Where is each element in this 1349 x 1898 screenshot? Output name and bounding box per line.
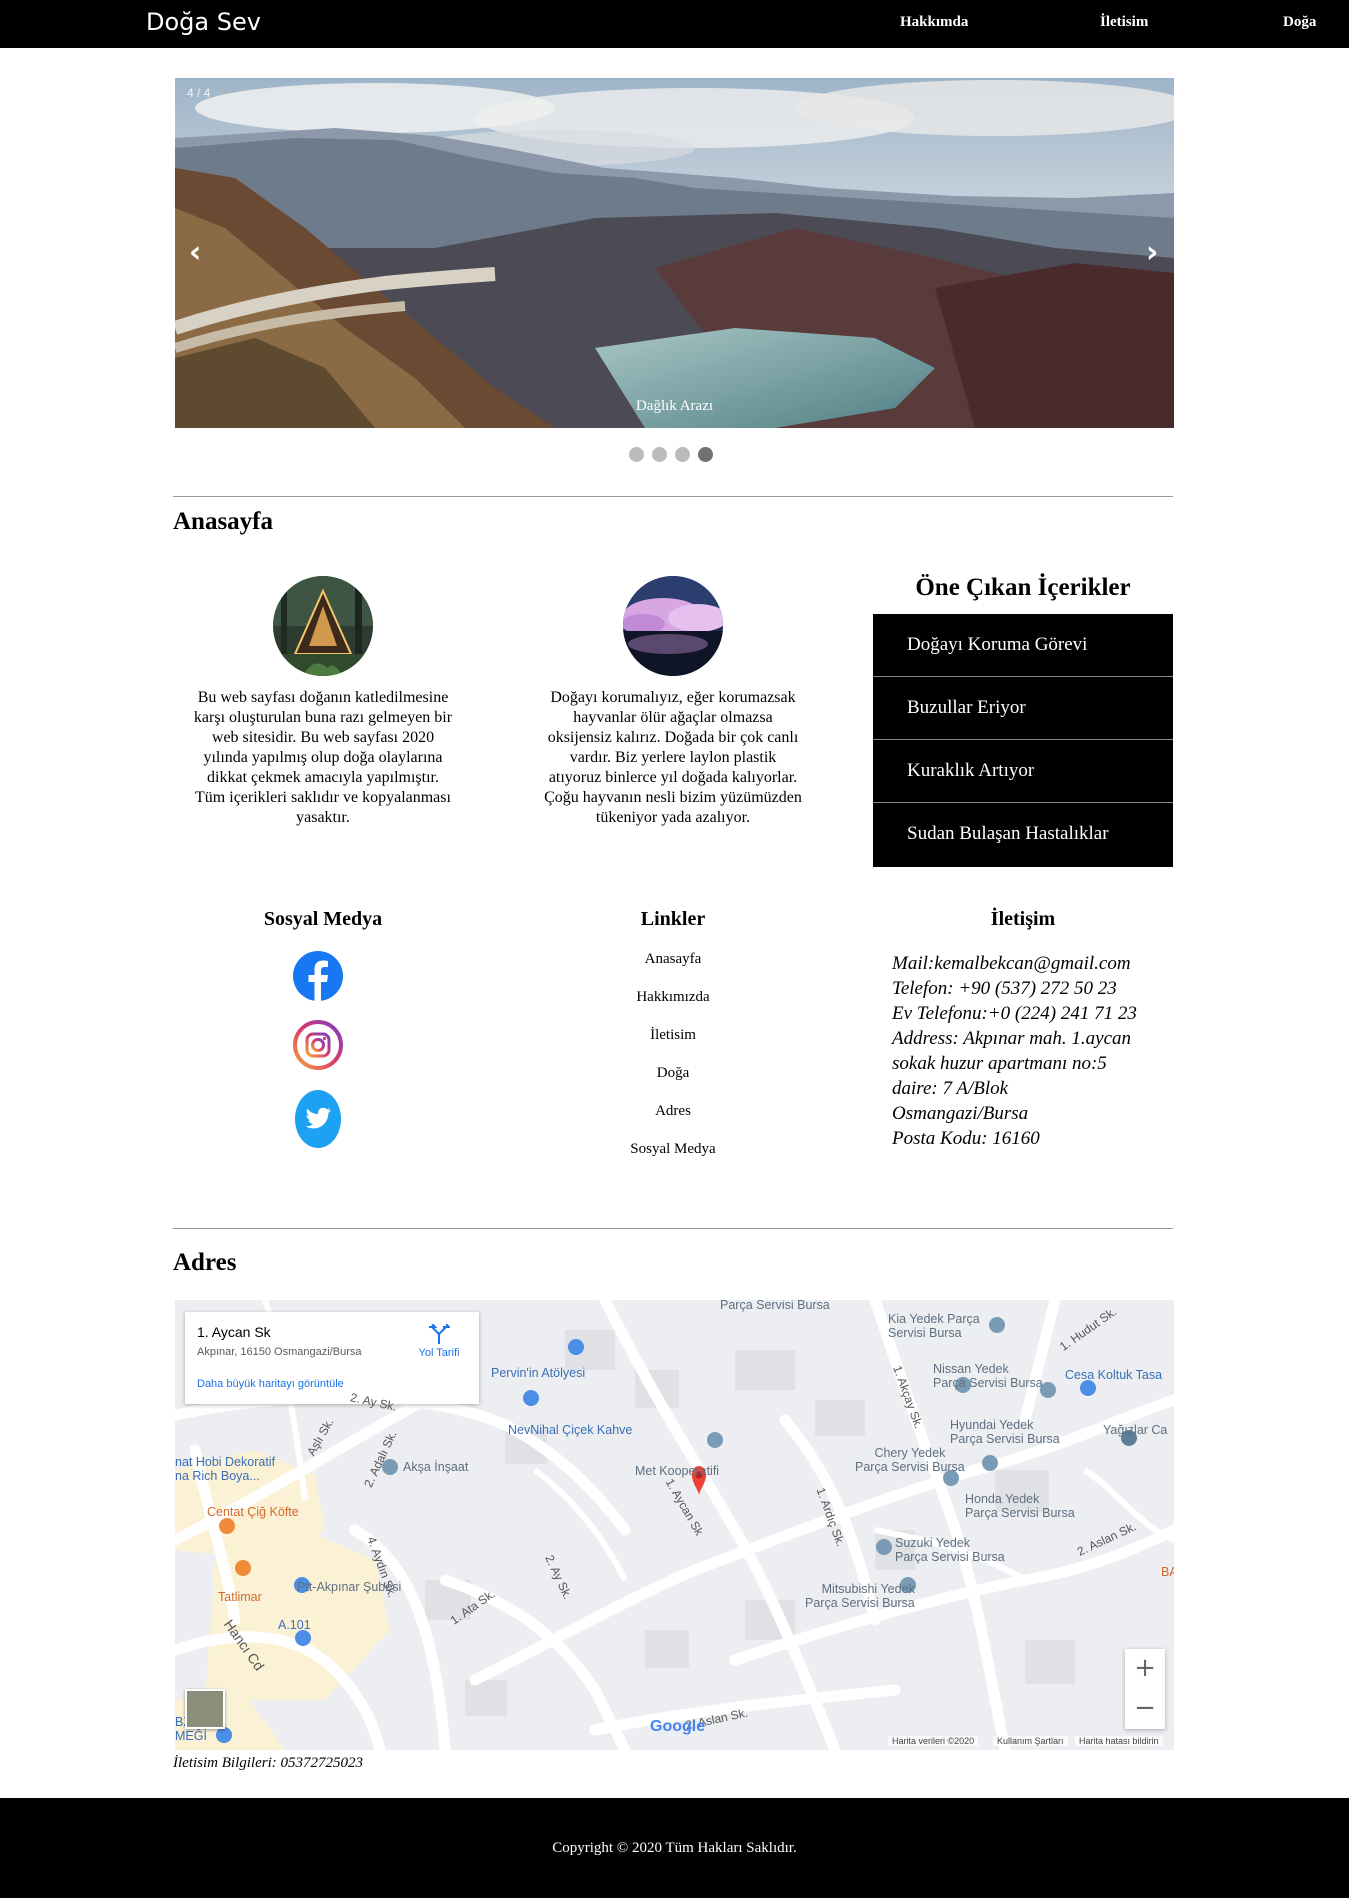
cabin-forest-avatar (273, 576, 373, 676)
nav-link-iletisim[interactable]: İletisim (1100, 14, 1148, 31)
map-label-chery: Chery Yedek Parça Servisi Bursa (855, 1446, 965, 1474)
map-label-centat: Centat Çiğ Köfte (207, 1505, 299, 1519)
address-title: Adres (173, 1249, 237, 1276)
footer-link-adres[interactable]: Adres (543, 1103, 803, 1120)
slide-caption: Dağlık Arazı (635, 398, 714, 414)
about-text: Bu web sayfası doğanın katledilmesine ka… (193, 689, 453, 826)
footer-link-doga[interactable]: Doğa (543, 1065, 803, 1082)
image-slideshow: 4 / 4 ‹ › Dağlık Arazı (175, 78, 1174, 428)
slide-image-mountain-landscape (175, 78, 1174, 428)
map-label-nevnihal: NevNihal Çiçek Kahve (508, 1423, 633, 1437)
nav-link-doga[interactable]: Doğa (1283, 14, 1316, 31)
google-logo-text: Google (650, 1718, 706, 1735)
contact-address-line-3: daire: 7 A/Blok (892, 1078, 1009, 1099)
map-label-honda: Honda Yedek Parça Servisi Bursa (965, 1492, 1075, 1520)
next-slide-button[interactable]: › (1146, 238, 1158, 268)
map-terms-link[interactable]: Kullanım Şartları (993, 1736, 1068, 1746)
featured-title: Öne Çıkan İçerikler (915, 574, 1131, 601)
contact-address-line-4: Osmangazi/Bursa (892, 1103, 1029, 1124)
section-divider-top (173, 496, 1173, 497)
map-label-parca-servisi: Parça Servisi Bursa (720, 1300, 830, 1312)
nav-link-hakkimda[interactable]: Hakkımda (900, 14, 968, 31)
google-map[interactable]: 1. Aycan Sk Akpınar, 16150 Osmangazi/Bur… (175, 1300, 1174, 1750)
map-label-hobi: nat Hobi Dekoratif na Rich Boya... (175, 1455, 276, 1483)
featured-item-buzullar[interactable]: Buzullar Eriyor (873, 677, 1173, 740)
map-place-name: 1. Aycan Sk (197, 1324, 271, 1340)
contact-phone: Telefon: +90 (537) 272 50 23 (892, 978, 1117, 999)
contact-postal-code: Posta Kodu: 16160 (892, 1128, 1040, 1149)
footer-link-iletisim[interactable]: İletisim (543, 1027, 803, 1044)
footer-link-hakkimizda[interactable]: Hakkımızda (543, 989, 803, 1006)
directions-icon (429, 1323, 452, 1344)
top-navbar: Doğa Sev Hakkımda İletisim Doğa (0, 0, 1349, 48)
map-data-attribution: Harita verileri ©2020 (888, 1736, 979, 1746)
contact-address-line-2: sokak huzur apartmanı no:5 (892, 1053, 1107, 1074)
contact-address-line-1: Address: Akpınar mah. 1.aycan (892, 1028, 1132, 1049)
page-title-anasayfa: Anasayfa (173, 508, 274, 535)
copyright-text: Copyright © 2020 Tüm Hakları Saklıdır. (552, 1840, 797, 1856)
footer-link-anasayfa[interactable]: Anasayfa (543, 951, 803, 968)
map-label-ba: BA (1161, 1565, 1174, 1579)
map-label-pervin: Pervin'in Atölyesi (491, 1366, 586, 1380)
map-label-nissan: Nissan Yedek Parça Servisi Bursa (933, 1362, 1043, 1390)
footer-link-sosyal-medya[interactable]: Sosyal Medya (543, 1141, 803, 1158)
slide-dot-4[interactable] (698, 447, 713, 462)
map-label-a101: A.101 (278, 1618, 311, 1632)
map-label-yagizlar: Yağızlar Ca (1103, 1423, 1168, 1437)
map-report-error-link[interactable]: Harita hatası bildirin (1075, 1736, 1163, 1746)
page-footer: Copyright © 2020 Tüm Hakları Saklıdır. (0, 1798, 1349, 1898)
zoom-controls: + − (1125, 1649, 1165, 1729)
twitter-icon[interactable] (293, 1089, 343, 1149)
contact-home-phone: Ev Telefonu:+0 (224) 241 71 23 (892, 1003, 1137, 1024)
zoom-in-button[interactable]: + (1125, 1649, 1165, 1689)
contact-mail: Mail:kemalbekcan@gmail.com (892, 953, 1131, 974)
map-place-address: Akpınar, 16150 Osmangazi/Bursa (197, 1346, 362, 1358)
social-media-title: Sosyal Medya (263, 908, 383, 930)
prev-slide-button[interactable]: ‹ (189, 238, 201, 268)
links-title: Linkler (640, 908, 706, 930)
google-logo: Google (650, 1718, 705, 1736)
map-label-cesa: Cesa Koltuk Tasa (1065, 1368, 1163, 1382)
site-brand[interactable]: Doğa Sev (146, 8, 261, 36)
section-divider-address (173, 1228, 1173, 1229)
slide-dot-2[interactable] (652, 447, 667, 462)
map-label-suzuki: Suzuki Yedek Parça Servisi Bursa (895, 1536, 1005, 1564)
instagram-icon[interactable] (293, 1020, 343, 1070)
map-label-hyundai: Hyundai Yedek Parça Servisi Bursa (950, 1418, 1060, 1446)
directions-label: Yol Tarifi (418, 1347, 460, 1359)
featured-item-koruma[interactable]: Doğayı Koruma Görevi (873, 614, 1173, 677)
blossom-lake-avatar (623, 576, 723, 676)
bigger-map-link[interactable]: Daha büyük haritayı görüntüle (197, 1378, 344, 1390)
map-label-ptt: Ptt-Akpınar Şubesi (297, 1580, 402, 1594)
contact-title: İletişim (990, 908, 1056, 930)
featured-item-hastaliklar[interactable]: Sudan Bulaşan Hastalıklar (873, 803, 1173, 867)
map-place-card: 1. Aycan Sk Akpınar, 16150 Osmangazi/Bur… (185, 1312, 479, 1404)
map-label-tatlimar: Tatlimar (218, 1590, 262, 1604)
satellite-toggle-thumbnail[interactable] (185, 1689, 225, 1729)
slide-dots (629, 447, 721, 463)
zoom-out-button[interactable]: − (1125, 1689, 1165, 1729)
featured-list: Doğayı Koruma Görevi Buzullar Eriyor Kur… (873, 614, 1173, 867)
directions-button[interactable]: Yol Tarifi (409, 1323, 469, 1359)
facebook-icon[interactable] (293, 951, 343, 1001)
slide-dot-1[interactable] (629, 447, 644, 462)
nature-text: Doğayı korumalıyız, eğer korumazsak hayv… (544, 689, 802, 826)
slide-counter: 4 / 4 (187, 86, 211, 100)
contact-info-text: İletisim Bilgileri: 05372725023 (173, 1755, 363, 1771)
slide-dot-3[interactable] (675, 447, 690, 462)
map-label-mitsubishi: Mitsubishi Yedek Parça Servisi Bursa (805, 1582, 915, 1610)
map-label-kia: Kia Yedek Parça Servisi Bursa (888, 1312, 980, 1340)
featured-item-kuraklik[interactable]: Kuraklık Artıyor (873, 740, 1173, 803)
map-label-met: Met Kooperatifi (635, 1464, 720, 1478)
map-label-aksa: Akşa İnşaat (403, 1460, 469, 1474)
